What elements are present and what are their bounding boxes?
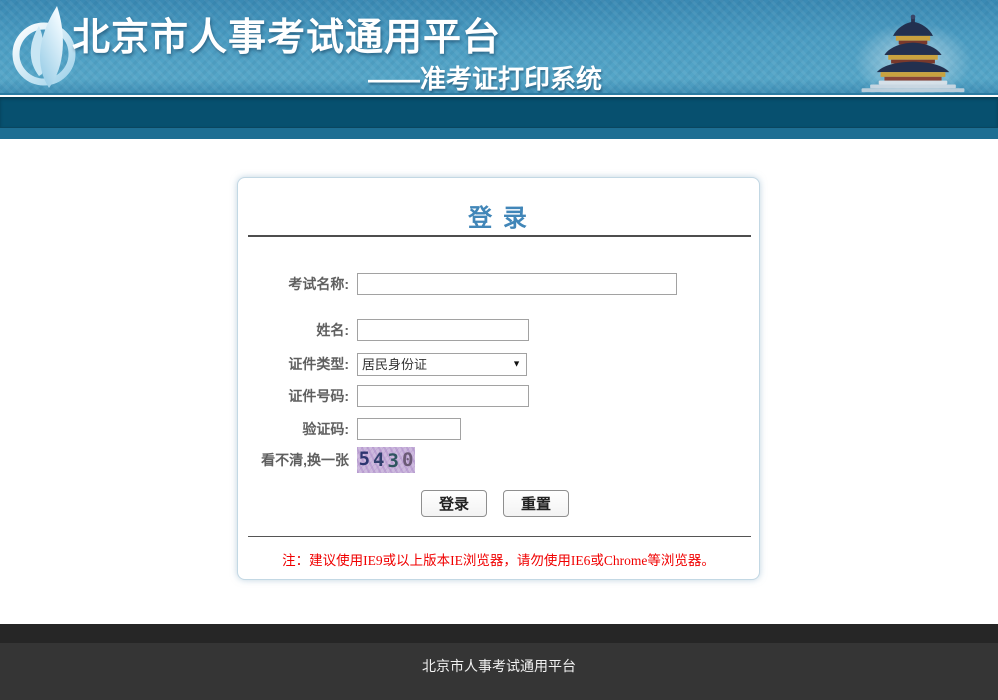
temple-of-heaven-image [848,14,978,94]
id-type-row: 证件类型: 居民身份证 ▼ [238,352,527,376]
site-subtitle: ——准考证打印系统 [368,59,602,95]
header: 北京市人事考试通用平台 ——准考证打印系统 [0,0,998,95]
footer-text: 北京市人事考试通用平台 [0,656,998,676]
note-divider [248,536,751,537]
id-number-row: 证件号码: [238,384,529,408]
nav-bar [0,97,998,127]
login-card: 登 录 考试名称: 姓名: 证件类型: 居民身份证 ▼ 证件号码: [237,177,760,580]
login-title: 登 录 [238,198,759,233]
id-type-select-wrap: 居民身份证 ▼ [357,353,527,376]
login-button[interactable]: 登录 [421,490,487,517]
captcha-refresh-row: 看不清,换一张 5 4 3 0 [238,446,415,474]
name-input[interactable] [357,319,529,341]
reset-button[interactable]: 重置 [503,490,569,517]
platform-logo-icon [8,4,80,90]
captcha-row: 验证码: [238,417,461,441]
exam-name-label: 考试名称: [238,274,349,294]
page: 北京市人事考试通用平台 ——准考证打印系统 [0,0,998,700]
name-row: 姓名: [238,318,529,342]
footer: 北京市人事考试通用平台 [0,624,998,700]
captcha-digit: 3 [388,450,402,472]
name-label: 姓名: [238,320,349,340]
captcha-digit: 4 [373,449,387,471]
captcha-image[interactable]: 5 4 3 0 [357,447,415,473]
exam-name-row: 考试名称: [238,272,677,296]
site-title: 北京市人事考试通用平台 [72,6,501,61]
id-type-label: 证件类型: [238,354,349,374]
captcha-input[interactable] [357,418,461,440]
browser-note: 注：建议使用IE9或以上版本IE浏览器，请勿使用IE6或Chrome等浏览器。 [238,549,759,569]
captcha-label: 验证码: [238,419,349,439]
captcha-digit: 0 [402,449,416,471]
title-divider [248,235,751,237]
id-type-select[interactable]: 居民身份证 [357,353,527,376]
captcha-digit: 5 [359,448,373,470]
exam-name-input[interactable] [357,273,677,295]
button-row: 登录 重置 [421,491,569,515]
nav-bar-accent [0,127,998,139]
id-number-label: 证件号码: [238,386,349,406]
id-number-input[interactable] [357,385,529,407]
captcha-refresh-link[interactable]: 看不清,换一张 [238,450,349,470]
